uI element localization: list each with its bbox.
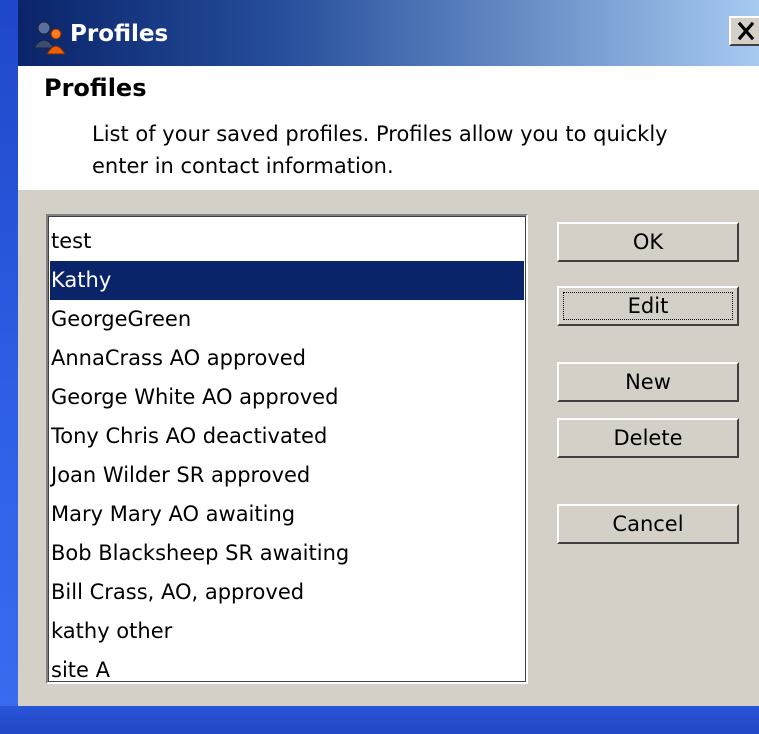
header-description: List of your saved profiles. Profiles al… [92, 122, 668, 178]
list-item[interactable]: Bill Crass, AO, approved [50, 573, 524, 612]
title-bar[interactable]: Profiles [18, 0, 759, 66]
list-item[interactable]: Kathy [50, 261, 524, 300]
window-title: Profiles [70, 21, 169, 47]
list-item[interactable]: Tony Chris AO deactivated [50, 417, 524, 456]
profiles-list[interactable]: test Kathy GeorgeGreen AnnaCrass AO approve… [46, 214, 528, 684]
header-panel: Profiles List of your saved profiles. Pr… [18, 66, 759, 189]
ok-button[interactable]: OK [557, 222, 739, 262]
list-item[interactable]: Mary Mary AO awaiting [50, 495, 524, 534]
desktop-background-bottom [0, 706, 759, 734]
list-item[interactable]: Bob Blacksheep SR awaiting [50, 534, 524, 573]
list-item[interactable]: test [50, 222, 524, 261]
profiles-dialog: Profiles Profiles List of your saved pro… [18, 0, 759, 706]
list-item[interactable]: George White AO approved [50, 378, 524, 417]
people-app-icon [33, 21, 66, 55]
cancel-button[interactable]: Cancel [557, 504, 739, 544]
new-button[interactable]: New [557, 362, 739, 402]
header-divider [18, 188, 759, 190]
list-item[interactable]: kathy other [50, 612, 524, 651]
desktop-background [0, 0, 18, 734]
header-title: Profiles [44, 74, 147, 102]
close-icon [737, 21, 755, 41]
edit-button[interactable]: Edit [557, 286, 739, 326]
list-item[interactable]: GeorgeGreen [50, 300, 524, 339]
delete-button[interactable]: Delete [557, 418, 739, 458]
list-item[interactable]: site A [50, 651, 524, 682]
list-item[interactable]: AnnaCrass AO approved [50, 339, 524, 378]
list-item[interactable]: Joan Wilder SR approved [50, 456, 524, 495]
close-button[interactable] [729, 16, 759, 46]
